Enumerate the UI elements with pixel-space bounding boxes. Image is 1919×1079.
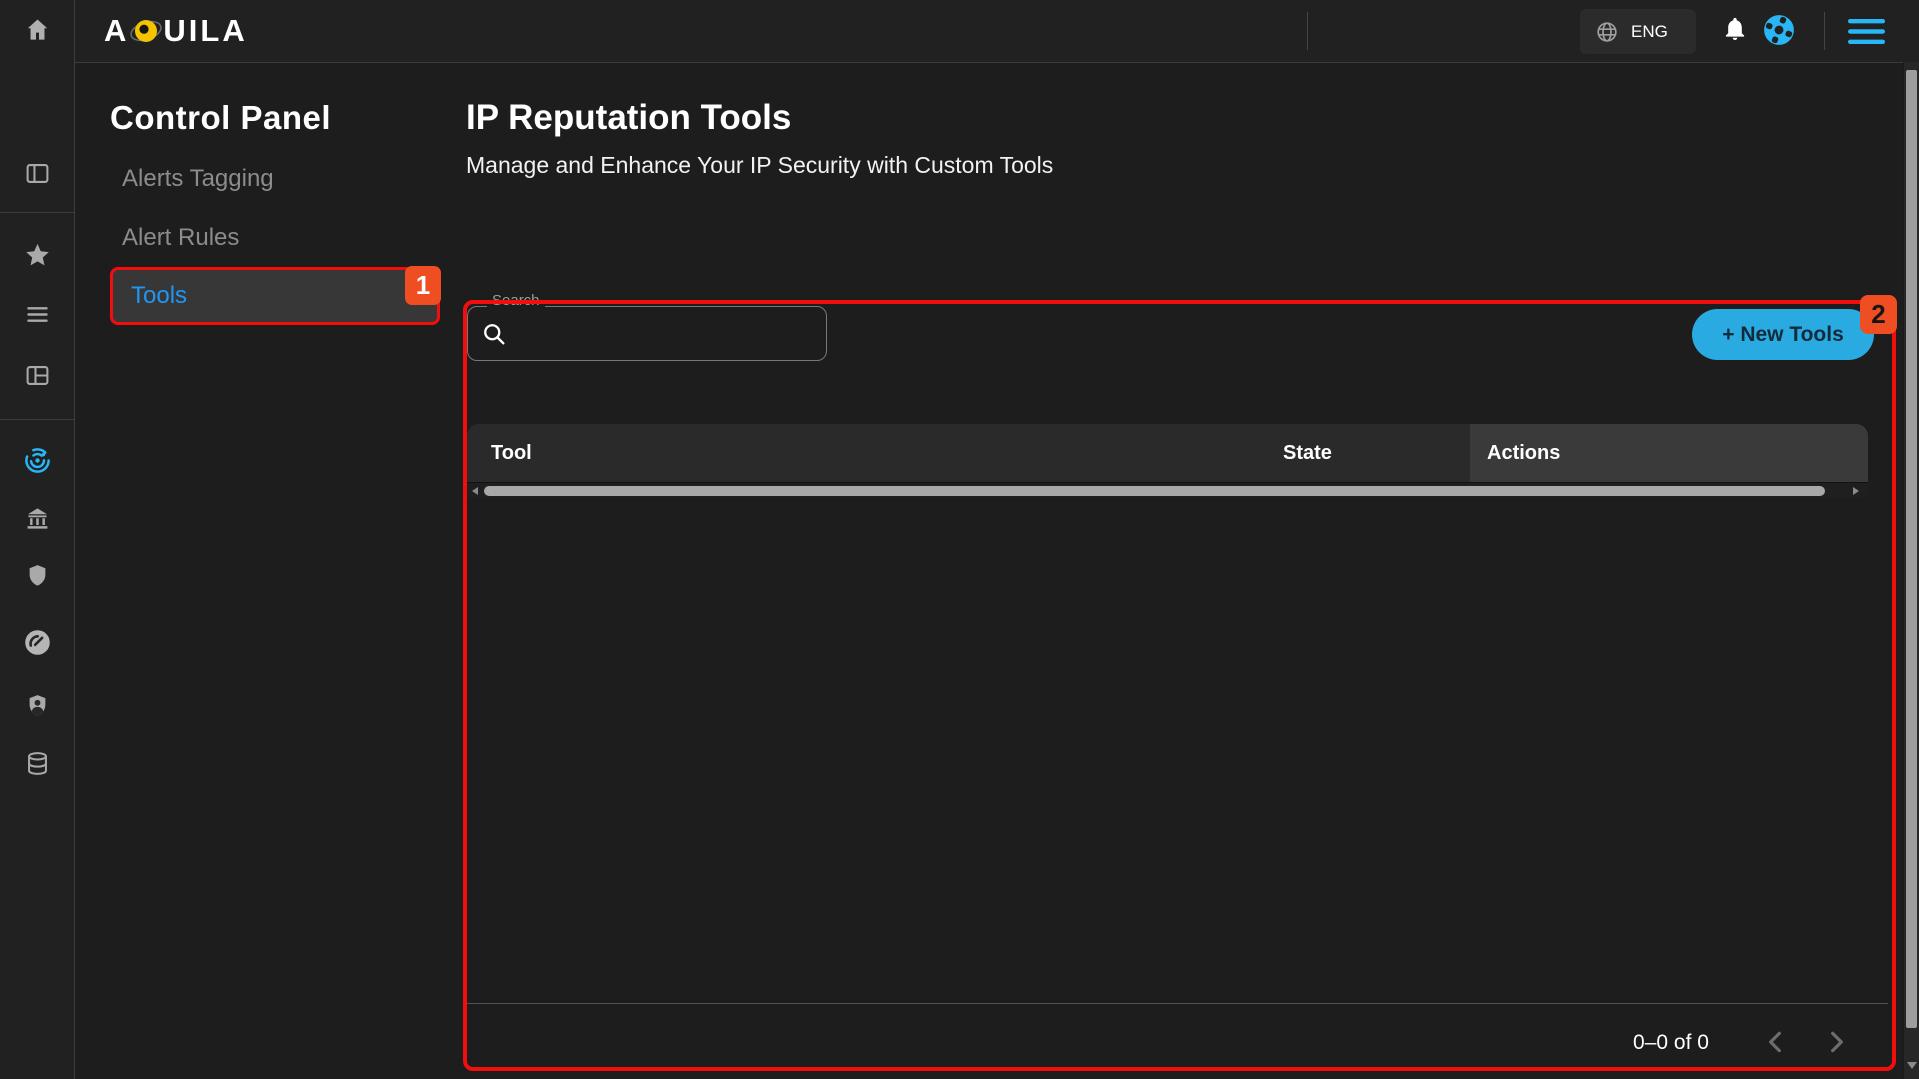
scroll-right-arrow-icon[interactable] bbox=[1853, 487, 1859, 495]
panel-layout-icon bbox=[24, 160, 51, 190]
page-title: IP Reputation Tools bbox=[466, 98, 791, 138]
shield-icon bbox=[24, 562, 51, 592]
rail-panel-button[interactable] bbox=[0, 153, 74, 197]
nav-item-tools-label: Tools bbox=[131, 282, 187, 310]
globe-icon bbox=[1595, 20, 1619, 44]
horizontal-scrollbar-thumb[interactable] bbox=[484, 486, 1825, 496]
nav-item-alert-rules[interactable]: Alert Rules bbox=[122, 224, 239, 252]
top-bar: A UILA ENG bbox=[0, 0, 1919, 63]
rail-database-button[interactable] bbox=[0, 743, 74, 787]
new-tools-button[interactable]: + New Tools bbox=[1692, 309, 1874, 360]
brand-prefix: A bbox=[104, 13, 129, 49]
rail-gauge-button[interactable] bbox=[0, 622, 74, 666]
rail-dashboard-button[interactable] bbox=[0, 355, 74, 399]
brand-logo[interactable]: A UILA bbox=[104, 0, 248, 62]
pagination-range: 0–0 of 0 bbox=[1596, 1031, 1746, 1055]
annotation-region-2 bbox=[463, 300, 1896, 1071]
rail-institution-button[interactable] bbox=[0, 498, 74, 542]
language-selector[interactable]: ENG bbox=[1580, 9, 1696, 54]
scroll-down-arrow-icon[interactable] bbox=[1907, 1062, 1917, 1069]
topbar-home-section bbox=[0, 0, 75, 62]
rail-favorites-button[interactable] bbox=[0, 234, 74, 278]
bell-icon bbox=[1722, 16, 1748, 45]
support-wheel-button[interactable] bbox=[1762, 13, 1796, 50]
menu-icon bbox=[1848, 18, 1885, 48]
nav-item-tools[interactable]: Tools bbox=[110, 267, 440, 325]
notifications-button[interactable] bbox=[1722, 16, 1748, 45]
database-icon bbox=[24, 750, 51, 780]
annotation-badge-2: 2 bbox=[1860, 295, 1897, 334]
search-input[interactable] bbox=[518, 321, 814, 346]
menu-button[interactable] bbox=[1848, 18, 1885, 48]
column-header-tool: Tool bbox=[491, 424, 532, 482]
nav-title: Control Panel bbox=[110, 99, 331, 137]
horizontal-scrollbar[interactable] bbox=[467, 482, 1868, 498]
column-header-state: State bbox=[1283, 424, 1332, 482]
language-label: ENG bbox=[1631, 22, 1668, 42]
rail-user-security-button[interactable] bbox=[0, 685, 74, 729]
rail-list-button[interactable] bbox=[0, 294, 74, 338]
rail-divider bbox=[0, 419, 74, 420]
nav-item-alerts-tagging[interactable]: Alerts Tagging bbox=[122, 165, 274, 193]
gauge-icon bbox=[22, 627, 53, 661]
star-icon bbox=[24, 241, 51, 271]
pagination-prev-button[interactable] bbox=[1760, 1026, 1792, 1061]
list-icon bbox=[24, 301, 51, 331]
pagination-next-button[interactable] bbox=[1820, 1026, 1852, 1061]
app-root: A UILA ENG bbox=[0, 0, 1919, 1079]
chevron-right-icon bbox=[1820, 1046, 1852, 1061]
search-field[interactable] bbox=[467, 306, 827, 361]
topbar-divider bbox=[1824, 12, 1825, 50]
search-icon bbox=[480, 320, 508, 348]
dashboard-grid-icon bbox=[24, 362, 51, 392]
page-subtitle: Manage and Enhance Your IP Security with… bbox=[466, 152, 1053, 179]
rail-reputation-button[interactable] bbox=[0, 440, 74, 484]
pagination-divider bbox=[467, 1003, 1888, 1004]
vertical-scrollbar-thumb[interactable] bbox=[1906, 70, 1917, 1028]
table-header-row: Tool State Actions bbox=[467, 424, 1868, 482]
rail-security-button[interactable] bbox=[0, 555, 74, 599]
logo-eye-icon bbox=[129, 14, 163, 48]
column-header-actions: Actions bbox=[1470, 424, 1868, 482]
bank-icon bbox=[24, 505, 51, 535]
radar-icon bbox=[22, 445, 53, 479]
annotation-badge-1: 1 bbox=[405, 266, 441, 305]
search-field-label: Search bbox=[487, 292, 545, 309]
icon-rail bbox=[0, 62, 75, 1079]
chevron-left-icon bbox=[1760, 1046, 1792, 1061]
rail-divider bbox=[0, 212, 74, 213]
home-button[interactable] bbox=[24, 16, 51, 46]
user-shield-icon bbox=[24, 692, 51, 722]
topbar-divider bbox=[1307, 12, 1308, 50]
wheel-icon bbox=[1762, 13, 1796, 50]
scroll-left-arrow-icon[interactable] bbox=[472, 487, 478, 495]
home-icon bbox=[24, 16, 51, 46]
vertical-scrollbar[interactable] bbox=[1903, 62, 1919, 1079]
brand-suffix: UILA bbox=[163, 13, 247, 49]
